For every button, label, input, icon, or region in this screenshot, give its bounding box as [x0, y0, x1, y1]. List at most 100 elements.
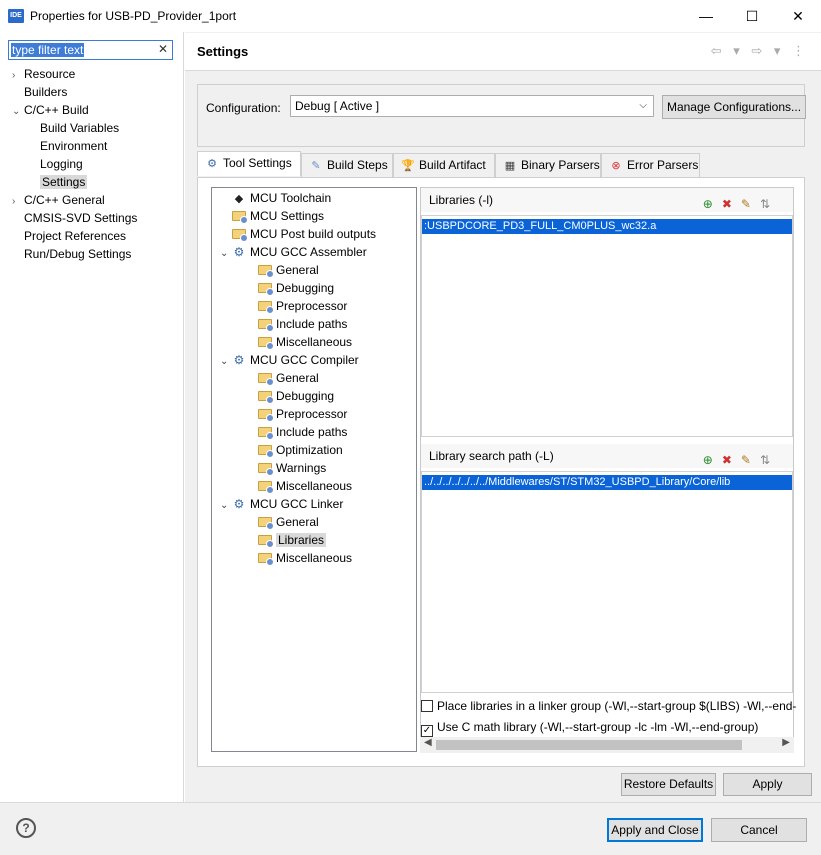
- maximize-button[interactable]: ☐: [729, 0, 775, 32]
- folder-icon: [258, 427, 274, 440]
- chevron-down-icon[interactable]: ⌄: [220, 497, 232, 515]
- delete-icon[interactable]: ✖: [722, 453, 741, 467]
- tab-binary-parsers[interactable]: ▦ Binary Parsers: [495, 153, 601, 177]
- sidebar-item-resource[interactable]: › Resource: [12, 65, 75, 83]
- linker-group-option[interactable]: Place libraries in a linker group (-Wl,-…: [421, 699, 796, 713]
- tool-tree-item[interactable]: MCU Settings: [220, 207, 324, 225]
- libraries-list[interactable]: :USBPDCORE_PD3_FULL_CM0PLUS_wc32.a: [421, 215, 793, 437]
- list-item[interactable]: :USBPDCORE_PD3_FULL_CM0PLUS_wc32.a: [422, 219, 792, 234]
- add-icon[interactable]: ⊕: [703, 197, 722, 211]
- scroll-left-icon[interactable]: ◀: [424, 737, 432, 748]
- filter-text[interactable]: type filter text: [11, 43, 85, 57]
- tab-label: Error Parsers: [627, 158, 699, 172]
- delete-icon[interactable]: ✖: [722, 197, 741, 211]
- edit-icon[interactable]: ✎: [741, 453, 760, 467]
- tool-tree-item[interactable]: General: [246, 369, 319, 387]
- history-nav-icons[interactable]: ⇦ ▾ ⇨ ▾ ⋮: [711, 43, 809, 59]
- tab-error-parsers[interactable]: ⊗ Error Parsers: [601, 153, 700, 177]
- clear-filter-icon[interactable]: ✕: [158, 42, 168, 56]
- sidebar-item-environment[interactable]: Environment: [40, 137, 107, 155]
- scrollbar-thumb[interactable]: [436, 740, 742, 750]
- chevron-down-icon[interactable]: ⌄: [220, 245, 232, 263]
- sidebar-item-logging[interactable]: Logging: [40, 155, 83, 173]
- c-math-library-option[interactable]: ✓ Use C math library (-Wl,--start-group -…: [421, 720, 758, 737]
- restore-defaults-button[interactable]: Restore Defaults: [621, 773, 716, 796]
- add-icon[interactable]: ⊕: [703, 453, 722, 467]
- help-icon[interactable]: ?: [16, 818, 36, 838]
- cancel-button[interactable]: Cancel: [711, 818, 807, 842]
- tool-tree-label: MCU GCC Linker: [250, 497, 344, 511]
- tool-tree-item[interactable]: MCU Post build outputs: [220, 225, 376, 243]
- checkbox[interactable]: [421, 700, 433, 712]
- sidebar-item-label: C/C++ General: [24, 193, 105, 207]
- tool-tree-item[interactable]: Miscellaneous: [246, 477, 352, 495]
- filter-input[interactable]: type filter text ✕: [8, 40, 173, 60]
- tool-tree-item[interactable]: Miscellaneous: [246, 333, 352, 351]
- sidebar-item-label: C/C++ Build: [24, 103, 89, 117]
- sidebar-item-run-debug-settings[interactable]: Run/Debug Settings: [12, 245, 131, 263]
- title-bar: IDE Properties for USB-PD_Provider_1port…: [0, 0, 821, 32]
- tab-build-artifact[interactable]: 🏆 Build Artifact: [393, 153, 495, 177]
- sidebar-item-builders[interactable]: Builders: [12, 83, 67, 101]
- tool-tree-label: MCU GCC Assembler: [250, 245, 367, 259]
- tool-tree-item[interactable]: Miscellaneous: [246, 549, 352, 567]
- tool-tree-item[interactable]: Debugging: [246, 279, 334, 297]
- chevron-down-icon: ⌵: [639, 100, 647, 111]
- tool-tree-label: Debugging: [276, 281, 335, 295]
- list-item[interactable]: ../../../../../../../Middlewares/ST/STM3…: [422, 475, 792, 490]
- folder-icon: [258, 301, 274, 314]
- tool-tree-item[interactable]: Include paths: [246, 423, 347, 441]
- manage-configurations-button[interactable]: Manage Configurations...: [662, 95, 806, 119]
- tool-tree-item[interactable]: ⌄ ⚙ MCU GCC Linker: [220, 495, 343, 513]
- tab-tool-settings[interactable]: ⚙ Tool Settings: [197, 151, 301, 176]
- sidebar-item-cmsis-svd-settings[interactable]: CMSIS-SVD Settings: [12, 209, 137, 227]
- tool-tree-item[interactable]: Debugging: [246, 387, 334, 405]
- window-title: Properties for USB-PD_Provider_1port: [30, 9, 237, 23]
- option-label: Place libraries in a linker group (-Wl,-…: [437, 699, 797, 713]
- checkbox[interactable]: ✓: [421, 725, 433, 737]
- tool-tree-label: General: [276, 515, 319, 529]
- chevron-down-icon[interactable]: ⌄: [12, 103, 24, 121]
- tool-tree-item[interactable]: Libraries: [246, 531, 327, 549]
- apply-and-close-button[interactable]: Apply and Close: [607, 818, 703, 842]
- sidebar-item-project-references[interactable]: Project References: [12, 227, 126, 245]
- sidebar-item-label: Build Variables: [40, 121, 120, 135]
- tool-tree-item[interactable]: Optimization: [246, 441, 343, 459]
- chevron-down-icon[interactable]: ⌄: [220, 353, 232, 371]
- sidebar-item-settings[interactable]: Settings: [40, 173, 88, 191]
- scroll-right-icon[interactable]: ▶: [782, 737, 790, 748]
- configuration-select[interactable]: Debug [ Active ] ⌵: [290, 95, 654, 117]
- tool-tree-item[interactable]: General: [246, 261, 319, 279]
- sidebar-item-c-c-build[interactable]: ⌄ C/C++ Build: [12, 101, 89, 119]
- move-icon[interactable]: ⇅: [760, 197, 779, 211]
- folder-icon: [258, 535, 274, 548]
- binary-icon: ▦: [504, 160, 516, 172]
- tool-tree-item[interactable]: Preprocessor: [246, 297, 347, 315]
- tool-tree-item[interactable]: ⌄ ⚙ MCU GCC Assembler: [220, 243, 367, 261]
- sidebar-item-build-variables[interactable]: Build Variables: [40, 119, 119, 137]
- tool-tree-item[interactable]: ⌄ ⚙ MCU GCC Compiler: [220, 351, 359, 369]
- sidebar-item-c-c-general[interactable]: › C/C++ General: [12, 191, 105, 209]
- move-icon[interactable]: ⇅: [760, 453, 779, 467]
- folder-icon: [258, 283, 274, 296]
- tab-build-steps[interactable]: ✎ Build Steps: [301, 153, 393, 177]
- minimize-button[interactable]: —: [683, 0, 729, 32]
- apply-button[interactable]: Apply: [723, 773, 812, 796]
- library-search-path-list[interactable]: ../../../../../../../Middlewares/ST/STM3…: [421, 471, 793, 693]
- tool-tree-label: Optimization: [276, 443, 343, 457]
- library-search-path-label: Library search path (-L): [429, 449, 554, 463]
- folder-icon: [258, 553, 274, 566]
- tool-tree-item[interactable]: Warnings: [246, 459, 326, 477]
- folder-icon: [258, 481, 274, 494]
- horizontal-scrollbar[interactable]: ◀ ▶: [420, 737, 794, 753]
- tool-tree-item[interactable]: Preprocessor: [246, 405, 347, 423]
- tool-tree-item[interactable]: ◆ MCU Toolchain: [220, 189, 331, 207]
- trophy-icon: 🏆: [401, 160, 415, 172]
- tool-tree-item[interactable]: General: [246, 513, 319, 531]
- close-button[interactable]: ✕: [775, 0, 821, 32]
- option-label: Use C math library (-Wl,--start-group -l…: [437, 720, 759, 734]
- tool-tree-item[interactable]: Include paths: [246, 315, 347, 333]
- folder-icon: [258, 319, 274, 332]
- folder-icon: [258, 445, 274, 458]
- edit-icon[interactable]: ✎: [741, 197, 760, 211]
